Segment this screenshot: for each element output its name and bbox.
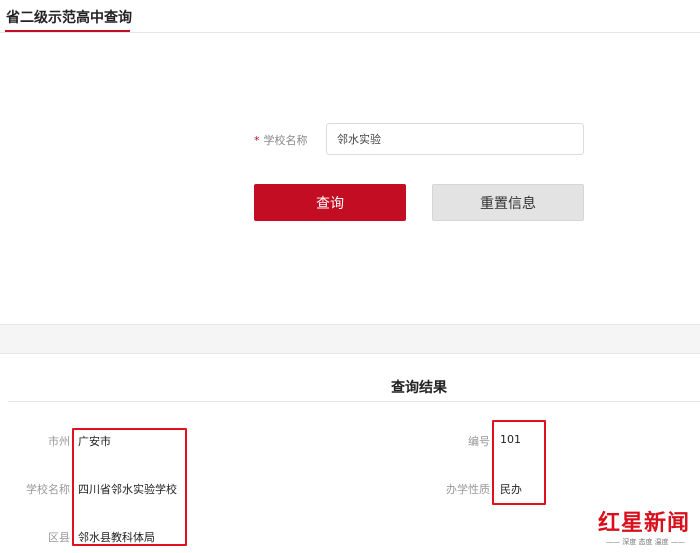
page: 省二级示范高中查询 *学校名称 查询 重置信息 查询结果 市州 广安市 学校名称… (0, 0, 700, 553)
reset-button[interactable]: 重置信息 (432, 184, 584, 221)
logo-slogan: —— 深度 态度 温度 —— (606, 538, 685, 546)
school-name-result-label: 学校名称 (26, 483, 70, 496)
logo-text: 红星新闻 (598, 510, 691, 536)
required-mark: * (254, 134, 260, 147)
active-tab-indicator (5, 30, 130, 32)
district-label: 区县 (48, 531, 70, 544)
city-label: 市州 (48, 435, 70, 448)
annotation-box-right (492, 420, 546, 505)
query-button[interactable]: 查询 (254, 184, 406, 221)
school-name-label-text: 学校名称 (263, 134, 308, 147)
annotation-box-left (72, 428, 187, 546)
tab-bar: 省二级示范高中查询 (0, 0, 700, 33)
school-name-input[interactable] (326, 123, 584, 155)
school-name-label: * 学校名称 (254, 132, 308, 148)
section-divider (0, 324, 700, 354)
results-title: 查询结果 (391, 380, 447, 396)
school-type-label: 办学性质 (446, 483, 490, 496)
tab-school-query[interactable]: 省二级示范高中查询 (6, 7, 132, 27)
hongxing-news-logo: 红星新闻 —— 深度 态度 温度 —— (598, 505, 698, 551)
number-label: 编号 (468, 435, 490, 448)
results-divider (8, 401, 700, 402)
